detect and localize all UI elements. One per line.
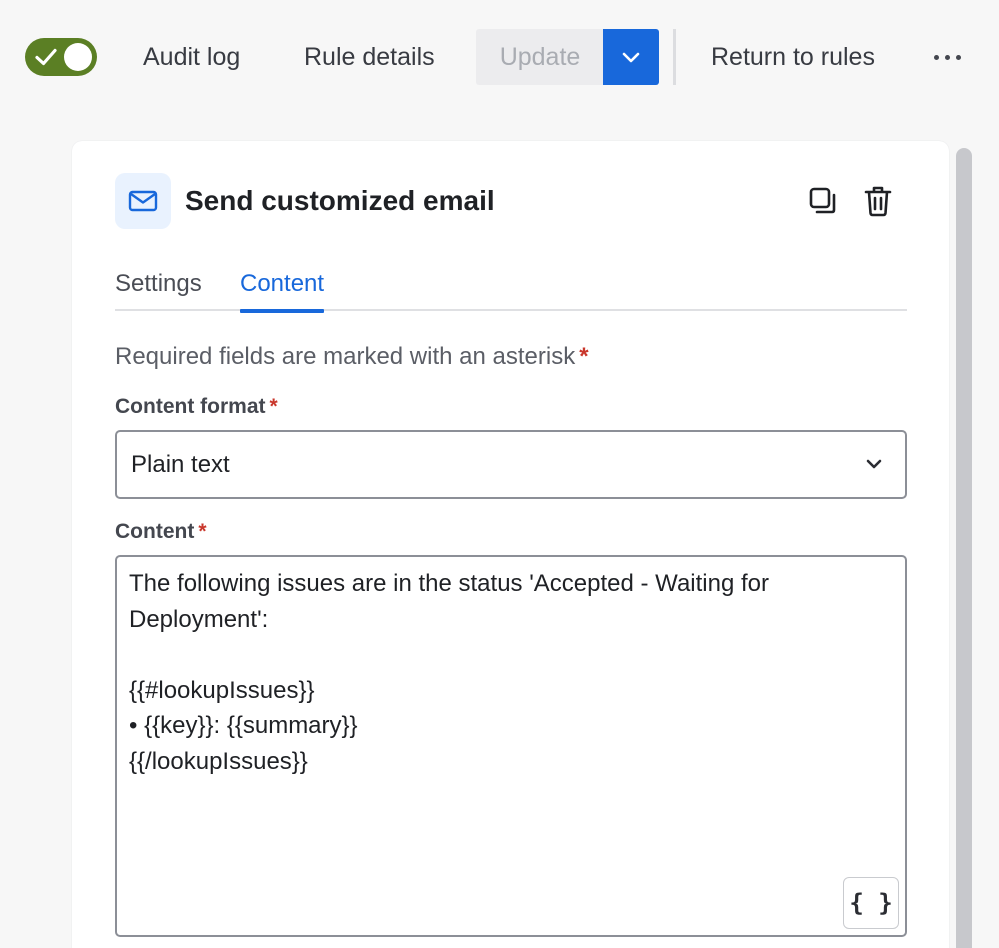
required-note-text: Required fields are marked with an aster… [115, 343, 576, 370]
toggle-knob [64, 43, 92, 71]
tab-bar: Settings Content [115, 261, 907, 313]
required-fields-note: Required fields are marked with an aster… [115, 341, 589, 373]
required-marker: * [198, 520, 207, 543]
return-to-rules-button[interactable]: Return to rules [711, 34, 875, 80]
smart-values-button[interactable]: { } [843, 877, 899, 929]
content-label: Content * [115, 518, 207, 546]
audit-log-button[interactable]: Audit log [143, 34, 240, 80]
required-marker: * [579, 343, 589, 370]
tab-content[interactable]: Content [240, 266, 325, 313]
update-button[interactable]: Update [476, 29, 604, 85]
mail-icon [115, 173, 171, 229]
content-textarea[interactable]: The following issues are in the status '… [115, 555, 907, 937]
trash-icon [864, 186, 892, 217]
chevron-down-icon [622, 52, 640, 63]
content-label-text: Content [115, 520, 195, 543]
duplicate-button[interactable] [803, 181, 843, 221]
required-marker: * [269, 395, 278, 418]
action-config-panel: Send customized email Settings Content R… [72, 141, 949, 948]
duplicate-icon [809, 187, 836, 214]
braces-icon: { } [849, 889, 893, 917]
delete-button[interactable] [858, 181, 898, 221]
content-format-label-text: Content format [115, 395, 266, 418]
content-format-label: Content format * [115, 393, 278, 421]
rule-details-button[interactable]: Rule details [304, 34, 435, 80]
content-format-select[interactable]: Plain text [115, 430, 907, 499]
content-format-value: Plain text [131, 451, 230, 478]
scrollbar-thumb[interactable] [956, 148, 972, 948]
rule-enabled-toggle[interactable] [25, 38, 97, 76]
tab-settings[interactable]: Settings [115, 266, 202, 311]
more-actions-button[interactable] [922, 34, 972, 80]
panel-title: Send customized email [185, 185, 495, 216]
rule-editor-page: Audit log Rule details Update Return to … [0, 0, 999, 948]
toolbar: Audit log Rule details Update Return to … [0, 0, 999, 112]
more-horizontal-icon [933, 54, 961, 60]
content-text: The following issues are in the status '… [129, 570, 769, 775]
check-icon [35, 48, 57, 66]
update-dropdown-button[interactable] [603, 29, 659, 85]
chevron-down-icon [866, 459, 882, 469]
toolbar-divider [673, 29, 676, 85]
